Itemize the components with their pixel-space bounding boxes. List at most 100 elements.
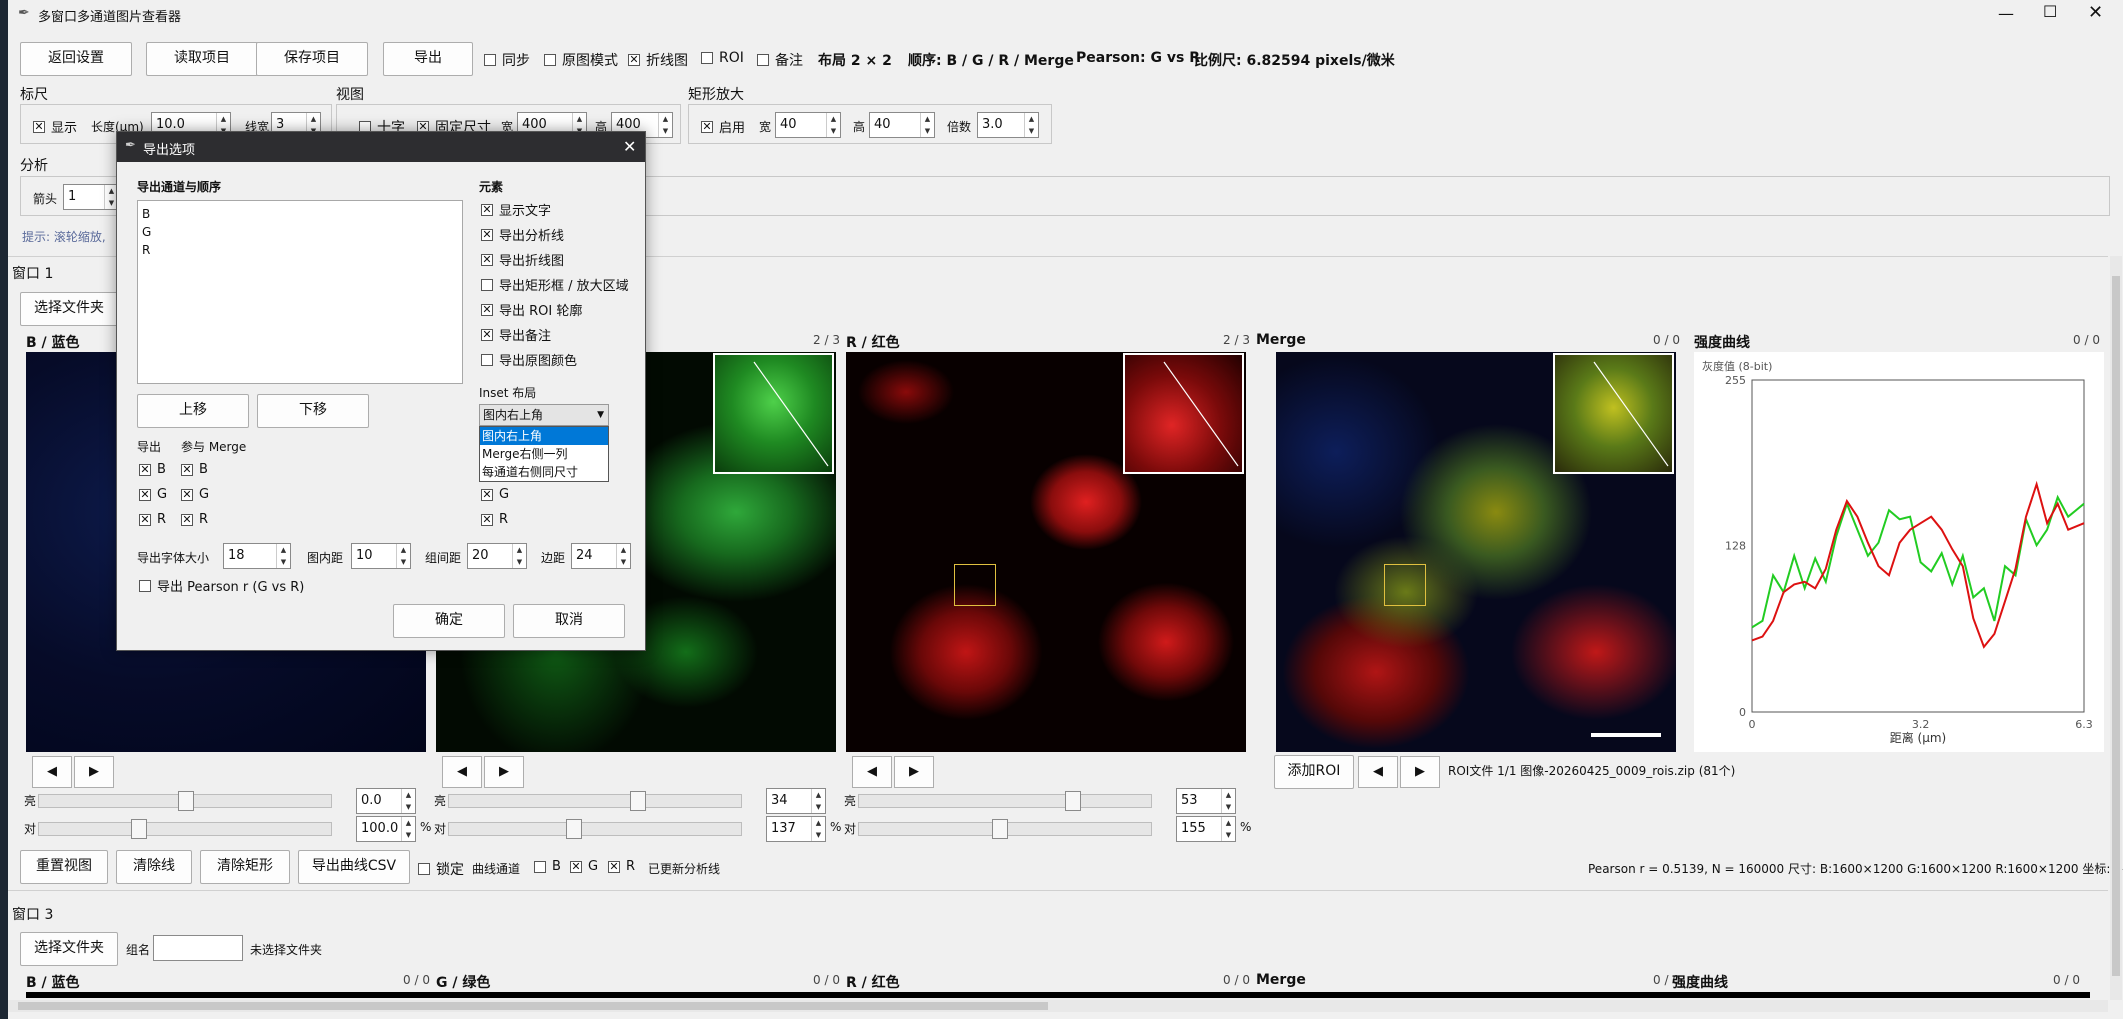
chevron-down-icon: ▼ (597, 410, 604, 420)
element-checkbox-4[interactable]: ✕ 导出 ROI 轮廓 (481, 300, 582, 319)
merge-b-checkbox[interactable]: ✕ B (181, 462, 208, 477)
prev-g-button[interactable]: ◀ (442, 756, 482, 788)
slider-label: 亮 (24, 794, 37, 808)
export-g-checkbox[interactable]: ✕ G (139, 487, 167, 502)
dialog-title-bar: ✒ 导出选项 ✕ (117, 132, 645, 162)
element-checkbox-1[interactable]: ✕ 导出分析线 (481, 225, 564, 244)
element-checkbox-3[interactable]: 导出矩形框 / 放大区域 (481, 275, 629, 294)
slider-value-input[interactable]: 53 ▲ ▼ (1176, 788, 1236, 814)
percent-label: % (830, 820, 842, 834)
export-pearson-checkbox[interactable]: 导出 Pearson r (G vs R) (139, 576, 304, 595)
element-checkbox-0[interactable]: ✕ 显示文字 (481, 200, 551, 219)
move-up-button[interactable]: 上移 (137, 394, 249, 428)
inner-padding-label: 图内距 (307, 551, 344, 565)
group-gap-input[interactable]: 20 ▲ ▼ (467, 543, 527, 569)
prev-roi-button[interactable]: ◀ (1358, 756, 1398, 788)
chart-xtick-0: 0 (1749, 718, 1756, 731)
updated-label: 已更新分析线 (648, 862, 721, 876)
chart-xtick-1: 3.2 (1912, 718, 1930, 731)
channels-title: 导出通道与顺序 (137, 180, 222, 194)
chart-series-line-1 (1751, 480, 2085, 649)
brightness-slider-0[interactable] (38, 791, 332, 811)
export-r-checkbox[interactable]: ✕ R (139, 512, 166, 527)
prev-b-button[interactable]: ◀ (32, 756, 72, 788)
inset-select[interactable]: 图内右上角 ▼ (479, 404, 609, 426)
chart-xlabel: 距离 (μm) (1890, 730, 1947, 745)
merge-g-checkbox[interactable]: ✕ G (181, 487, 209, 502)
curve-r-checkbox[interactable]: ✕ R (608, 859, 635, 874)
vertical-scrollbar[interactable] (2110, 256, 2122, 1000)
slider-thumb[interactable] (178, 791, 194, 811)
extra-r-checkbox[interactable]: ✕ R (481, 512, 508, 527)
window3-choose-folder-button[interactable]: 选择文件夹 (20, 932, 118, 966)
prev-r-button[interactable]: ◀ (852, 756, 892, 788)
margin-label: 边距 (541, 551, 566, 565)
inset-option-0[interactable]: 图内右上角 (480, 427, 608, 445)
chart-xtick-2: 6.3 (2075, 718, 2093, 731)
horizontal-scrollbar[interactable] (8, 1000, 2108, 1012)
clear-line-button[interactable]: 清除线 (116, 850, 192, 884)
cancel-button[interactable]: 取消 (513, 604, 625, 638)
margin-input[interactable]: 24 ▲ ▼ (571, 543, 631, 569)
inset-option-1[interactable]: Merge右侧一列 (480, 445, 608, 463)
slider-thumb[interactable] (566, 819, 582, 839)
next-r-button[interactable]: ▶ (894, 756, 934, 788)
element-checkbox-6[interactable]: 导出原图颜色 (481, 350, 577, 369)
w3-title-r: R / 红色 (846, 975, 900, 991)
clear-rect-button[interactable]: 清除矩形 (200, 850, 290, 884)
slider-value-input[interactable]: 0.0 ▲ ▼ (356, 788, 416, 814)
merge-r-checkbox[interactable]: ✕ R (181, 512, 208, 527)
slider-label: 对 (844, 822, 857, 836)
dialog-feather-icon: ✒ (125, 138, 136, 153)
next-b-button[interactable]: ▶ (74, 756, 114, 788)
slider-value-input[interactable]: 137 ▲ ▼ (766, 816, 826, 842)
contrast-slider-2[interactable] (858, 819, 1152, 839)
contrast-slider-1[interactable] (448, 819, 742, 839)
next-roi-button[interactable]: ▶ (1400, 756, 1440, 788)
curve-g-checkbox[interactable]: ✕ G (570, 859, 598, 874)
add-roi-button[interactable]: 添加ROI (1274, 755, 1354, 789)
window3-group-input[interactable] (153, 935, 243, 961)
slider-thumb[interactable] (131, 819, 147, 839)
contrast-slider-0[interactable] (38, 819, 332, 839)
curve-b-checkbox[interactable]: B (534, 859, 561, 874)
inset-dropdown[interactable]: 图内右上角 Merge右侧一列 每通道右侧同尺寸 (479, 426, 609, 482)
export-dialog: ✒ 导出选项 ✕ 导出通道与顺序 B G R 上移 下移 导出 参与 Merge… (116, 131, 646, 651)
ok-button[interactable]: 确定 (393, 604, 505, 638)
window3-no-folder: 未选择文件夹 (250, 943, 323, 957)
w3-title-g: G / 绿色 (436, 975, 491, 991)
slider-value-input[interactable]: 155 ▲ ▼ (1176, 816, 1236, 842)
next-g-button[interactable]: ▶ (484, 756, 524, 788)
channel-item-r[interactable]: R (142, 241, 458, 259)
dialog-close-icon[interactable]: ✕ (623, 137, 636, 156)
slider-thumb[interactable] (630, 791, 646, 811)
channel-item-g[interactable]: G (142, 223, 458, 241)
slider-thumb[interactable] (992, 819, 1008, 839)
channels-list[interactable]: B G R (137, 200, 463, 384)
extra-g-checkbox[interactable]: ✕ G (481, 487, 509, 502)
w3-title-b: B / 蓝色 (26, 975, 80, 991)
element-checkbox-2[interactable]: ✕ 导出折线图 (481, 250, 564, 269)
inset-option-2[interactable]: 每通道右侧同尺寸 (480, 463, 608, 481)
chart-ytick-0: 0 (1739, 706, 1746, 719)
lock-checkbox[interactable]: 锁定 (418, 859, 464, 879)
w3-title-merge: Merge (1256, 972, 1306, 988)
export-b-checkbox[interactable]: ✕ B (139, 462, 166, 477)
slider-thumb[interactable] (1065, 791, 1081, 811)
w3-count-b: 0 / 0 (403, 973, 430, 987)
reset-view-button[interactable]: 重置视图 (20, 850, 108, 884)
slider-value-input[interactable]: 34 ▲ ▼ (766, 788, 826, 814)
element-checkbox-5[interactable]: ✕ 导出备注 (481, 325, 551, 344)
font-size-input[interactable]: 18 ▲ ▼ (223, 543, 291, 569)
export-csv-button[interactable]: 导出曲线CSV (298, 850, 410, 884)
curve-channel-label: 曲线通道 (472, 862, 521, 876)
brightness-slider-1[interactable] (448, 791, 742, 811)
slider-value-input[interactable]: 100.0 ▲ ▼ (356, 816, 416, 842)
chart-svg: 灰度值 (8-bit) 0 128 255 0 3.2 6.3 距离 (μm) (1702, 359, 2093, 745)
brightness-slider-2[interactable] (858, 791, 1152, 811)
channel-item-b[interactable]: B (142, 205, 458, 223)
move-down-button[interactable]: 下移 (257, 394, 369, 428)
slider-label: 对 (434, 822, 447, 836)
intensity-chart: 灰度值 (8-bit) 0 128 255 0 3.2 6.3 距离 (μm) (1694, 352, 2104, 752)
inner-padding-input[interactable]: 10 ▲ ▼ (351, 543, 411, 569)
